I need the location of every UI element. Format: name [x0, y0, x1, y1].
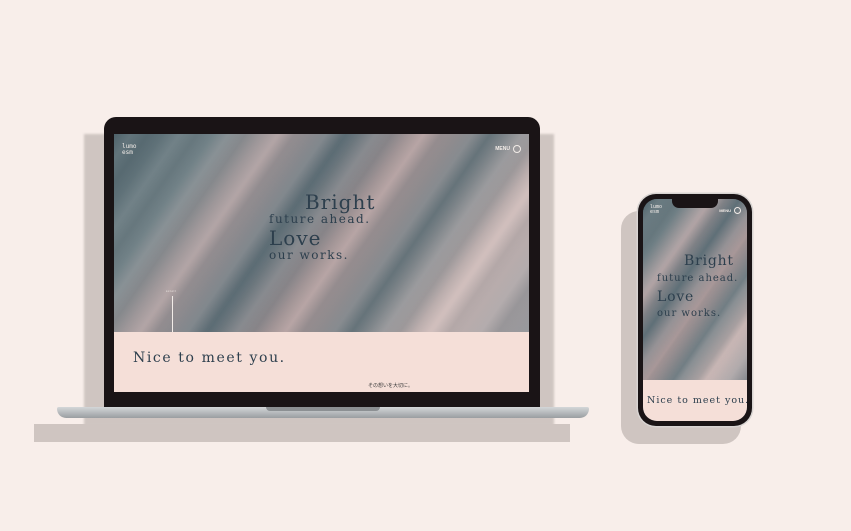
phone-screen: lumo esm MENU Bright future ahead. Love …: [643, 199, 747, 421]
phone-headline-line-3: Love: [657, 289, 695, 305]
menu-button[interactable]: MENU: [495, 145, 521, 153]
mockup-stage: lumo esm MENU Bright future ahead. Love …: [0, 0, 851, 531]
headline-line-3: Love: [269, 226, 322, 250]
brand-logo[interactable]: lumo esm: [122, 144, 142, 156]
phone-intro-section: Nice to meet you.: [643, 380, 747, 421]
intro-section: Nice to meet you. その想いを大切に。: [114, 332, 529, 392]
headline-line-4: our works.: [269, 248, 349, 262]
headline-line-1: Bright: [305, 190, 376, 214]
phone-headline-line-4: our works.: [657, 308, 722, 319]
phone-hero-section: lumo esm MENU Bright future ahead. Love …: [643, 199, 747, 380]
circle-icon: [513, 145, 521, 153]
phone-brand-logo[interactable]: lumo esm: [650, 205, 664, 215]
scroll-label: scroll: [166, 289, 177, 293]
phone-menu-button[interactable]: MENU: [719, 207, 741, 214]
hero-section: lumo esm MENU Bright future ahead. Love …: [114, 134, 529, 332]
intro-subtext: その想いを大切に。: [368, 383, 414, 389]
scroll-line: [172, 296, 173, 332]
phone-intro-heading: Nice to meet you.: [647, 395, 747, 406]
headline-line-2: future ahead.: [269, 212, 371, 226]
menu-label: MENU: [495, 146, 510, 152]
hero-headline: Bright future ahead. Love our works.: [269, 192, 375, 261]
phone-menu-label: MENU: [719, 208, 731, 213]
laptop-notch: [266, 407, 380, 411]
laptop-screen: lumo esm MENU Bright future ahead. Love …: [114, 134, 529, 392]
phone-hero-headline: Bright future ahead. Love our works.: [657, 254, 738, 319]
intro-heading: Nice to meet you.: [133, 350, 286, 366]
phone-headline-line-1: Bright: [684, 253, 734, 269]
phone-circle-icon: [734, 207, 741, 214]
phone-notch: [672, 199, 718, 208]
phone-headline-line-2: future ahead.: [657, 273, 739, 284]
laptop-base-shadow: [34, 424, 570, 442]
